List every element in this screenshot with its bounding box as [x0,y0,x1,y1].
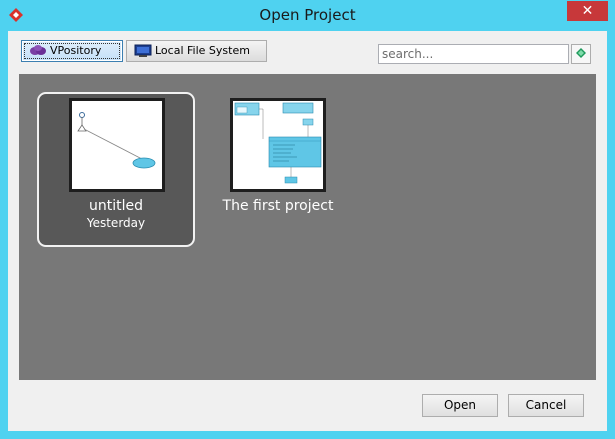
close-button[interactable]: ✕ [567,1,608,21]
project-thumbnail [69,98,165,192]
project-thumbnail [230,98,326,192]
project-tile[interactable]: The first project [199,92,357,247]
diagram-preview [77,112,156,169]
close-icon: ✕ [581,3,594,19]
title-bar[interactable]: Open Project ✕ [0,0,615,31]
vpository-tab[interactable]: VPository [21,40,123,62]
cancel-button[interactable]: Cancel [508,394,584,417]
project-tile[interactable]: untitled Yesterday [37,92,195,247]
project-date: Yesterday [86,216,146,230]
diagram-preview [234,102,322,184]
project-gallery: untitled Yesterday The first project [19,74,596,380]
search-button[interactable] [571,44,591,64]
open-project-dialog: Open Project ✕ VPository Local File Syst… [0,0,615,439]
dialog-body: VPository Local File System search... un… [8,31,607,431]
project-name: The first project [222,198,334,214]
vpository-label: VPository [50,44,102,57]
search-icon [576,48,586,58]
project-name: untitled [88,198,143,214]
local-file-system-tab[interactable]: Local File System [126,40,267,62]
monitor-icon [134,44,152,57]
window-title: Open Project [259,6,356,24]
open-button[interactable]: Open [422,394,498,417]
search-input[interactable] [378,44,569,64]
local-file-system-label: Local File System [155,44,250,57]
vpository-icon [30,45,46,55]
